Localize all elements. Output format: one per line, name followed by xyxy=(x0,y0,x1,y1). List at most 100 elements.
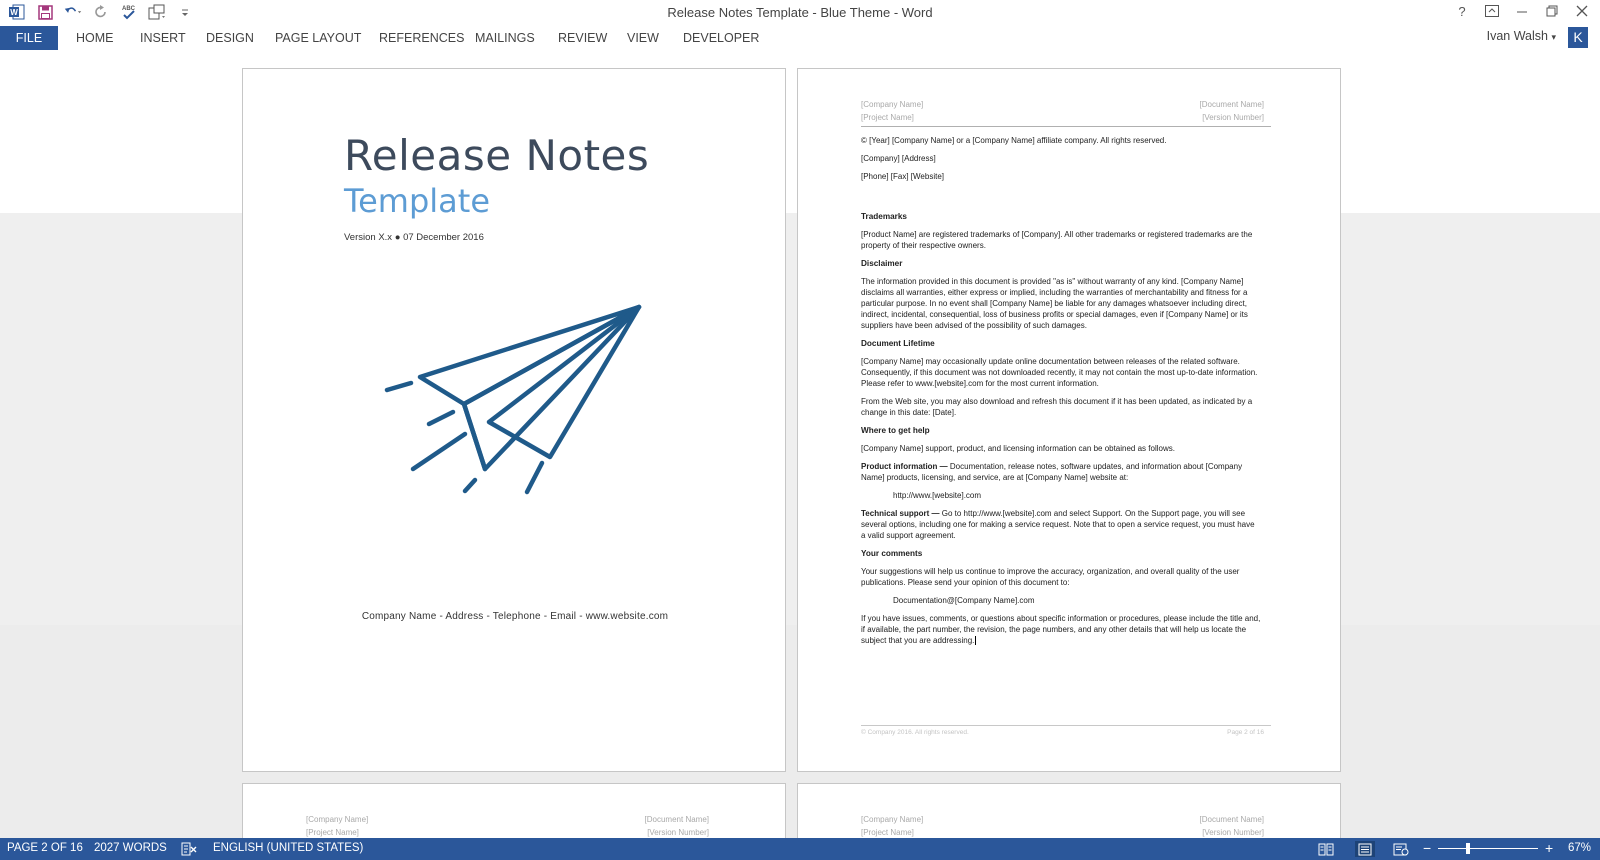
technical-support: Technical support — Go to http://www.[we… xyxy=(861,508,1261,541)
help-text: [Company Name] support, product, and lic… xyxy=(861,444,1175,453)
product-info-url: http://www.[website].com xyxy=(893,491,982,500)
comments-text-2: If you have issues, comments, or questio… xyxy=(861,614,1261,645)
redo-icon[interactable] xyxy=(92,3,110,21)
save-icon[interactable] xyxy=(36,3,54,21)
cover-subtitle: Template xyxy=(344,182,491,220)
user-account[interactable]: Ivan Walsh ▾ xyxy=(1487,29,1556,43)
footer-page-number: Page 2 of 16 xyxy=(1227,729,1264,736)
header-left: [Company Name] [Project Name] xyxy=(861,813,923,838)
minimize-icon[interactable] xyxy=(1514,3,1530,19)
document-area[interactable]: Release Notes Template Version X.x ● 07 … xyxy=(0,50,1600,838)
zoom-level[interactable]: 67% xyxy=(1568,842,1591,854)
restore-icon[interactable] xyxy=(1544,3,1560,19)
zoom-out-button[interactable]: − xyxy=(1423,840,1431,856)
header-document: [Document Name] xyxy=(1199,815,1264,824)
tab-review[interactable]: REVIEW xyxy=(558,26,607,50)
cover-title: Release Notes xyxy=(344,131,650,180)
avatar[interactable]: K xyxy=(1568,27,1588,48)
tab-design[interactable]: DESIGN xyxy=(206,26,254,50)
read-mode-icon[interactable] xyxy=(1318,841,1334,857)
header-company: [Company Name] xyxy=(306,815,369,824)
header-divider xyxy=(861,126,1271,127)
header-project: [Project Name] xyxy=(861,828,914,837)
customize-icon[interactable] xyxy=(176,3,194,21)
chevron-down-icon: ▾ xyxy=(1551,32,1556,42)
address-text: [Company] [Address] xyxy=(861,154,936,163)
tab-page-layout[interactable]: PAGE LAYOUT xyxy=(275,26,361,50)
comments-email: Documentation@[Company Name].com xyxy=(893,596,1035,605)
header-project: [Project Name] xyxy=(861,113,914,122)
close-icon[interactable] xyxy=(1574,3,1590,19)
header-right: [Document Name] [Version Number] xyxy=(1200,98,1264,124)
text-cursor xyxy=(975,636,977,645)
lifetime-text-2: From the Web site, you may also download… xyxy=(861,397,1253,417)
paper-plane-icon xyxy=(384,304,642,495)
heading-trademarks: Trademarks xyxy=(861,212,907,221)
help-icon[interactable]: ? xyxy=(1454,3,1470,19)
user-name: Ivan Walsh xyxy=(1486,29,1548,43)
heading-your-comments: Your comments xyxy=(861,549,923,558)
product-info: Product information — Documentation, rel… xyxy=(861,461,1261,483)
window-controls: ? xyxy=(1454,3,1590,19)
tab-mailings[interactable]: MAILINGS xyxy=(475,26,535,50)
footer-copyright: © Company 2016. All rights reserved. xyxy=(861,729,969,736)
cover-version: Version X.x ● 07 December 2016 xyxy=(344,232,484,243)
quick-access-toolbar: W ABC xyxy=(8,3,194,21)
header-left: [Company Name] [Project Name] xyxy=(306,813,368,838)
zoom-in-button[interactable]: + xyxy=(1545,840,1553,856)
contact-text: [Phone] [Fax] [Website] xyxy=(861,172,945,181)
print-layout-icon[interactable] xyxy=(1355,841,1375,857)
header-project: [Project Name] xyxy=(306,828,359,837)
header-company: [Company Name] xyxy=(861,100,924,109)
header-company: [Company Name] xyxy=(861,815,924,824)
header-document: [Document Name] xyxy=(644,815,709,824)
header-version: [Version Number] xyxy=(647,828,709,837)
page-cover[interactable]: Release Notes Template Version X.x ● 07 … xyxy=(242,68,786,772)
touch-mode-icon[interactable] xyxy=(148,3,166,21)
window-title: Release Notes Template - Blue Theme - Wo… xyxy=(667,5,933,20)
trademarks-text: [Product Name] are registered trademarks… xyxy=(861,230,1253,250)
tab-references[interactable]: REFERENCES xyxy=(379,26,464,50)
copyright-text: © [Year] [Company Name] or a [Company Na… xyxy=(861,136,1167,145)
spelling-icon[interactable]: ABC xyxy=(120,3,138,21)
status-bar: PAGE 2 OF 16 2027 WORDS ENGLISH (UNITED … xyxy=(0,838,1600,860)
zoom-slider-thumb[interactable] xyxy=(1466,843,1470,854)
header-version: [Version Number] xyxy=(1202,113,1264,122)
lifetime-text-1: [Company Name] may occasionally update o… xyxy=(861,357,1258,388)
page-three[interactable]: [Company Name] [Project Name] [Document … xyxy=(242,783,786,838)
tab-view[interactable]: VIEW xyxy=(627,26,659,50)
web-layout-icon[interactable] xyxy=(1393,841,1409,857)
word-count[interactable]: 2027 WORDS xyxy=(94,842,167,854)
zoom-slider-track[interactable] xyxy=(1438,848,1538,849)
header-right: [Document Name] [Version Number] xyxy=(645,813,709,838)
word-logo-icon[interactable]: W xyxy=(8,3,26,21)
heading-disclaimer: Disclaimer xyxy=(861,259,903,268)
footer-divider xyxy=(861,725,1271,726)
cover-footer: Company Name - Address - Telephone - Ema… xyxy=(361,611,669,622)
heading-document-lifetime: Document Lifetime xyxy=(861,339,935,348)
proofing-icon[interactable] xyxy=(181,841,197,857)
tab-file[interactable]: FILE xyxy=(0,26,58,50)
header-document: [Document Name] xyxy=(1199,100,1264,109)
tab-insert[interactable]: INSERT xyxy=(140,26,186,50)
page-count[interactable]: PAGE 2 OF 16 xyxy=(7,842,83,854)
technical-support-label: Technical support — xyxy=(861,509,940,518)
ribbon-display-icon[interactable] xyxy=(1484,3,1500,19)
page-two[interactable]: [Company Name] [Project Name] [Document … xyxy=(797,68,1341,772)
header-version: [Version Number] xyxy=(1202,828,1264,837)
tab-home[interactable]: HOME xyxy=(76,26,114,50)
tab-developer[interactable]: DEVELOPER xyxy=(683,26,759,50)
heading-where-to-get-help: Where to get help xyxy=(861,426,930,435)
language-indicator[interactable]: ENGLISH (UNITED STATES) xyxy=(213,842,363,854)
header-left: [Company Name] [Project Name] xyxy=(861,98,923,124)
header-right: [Document Name] [Version Number] xyxy=(1200,813,1264,838)
disclaimer-text: The information provided in this documen… xyxy=(861,277,1248,330)
undo-icon[interactable] xyxy=(64,3,82,21)
page-body[interactable]: © [Year] [Company Name] or a [Company Na… xyxy=(861,135,1261,653)
ribbon-tabs: FILE HOME INSERT DESIGN PAGE LAYOUT REFE… xyxy=(0,26,1600,50)
product-info-label: Product information — xyxy=(861,462,948,471)
svg-text:W: W xyxy=(10,8,18,17)
comments-text: Your suggestions will help us continue t… xyxy=(861,567,1240,587)
page-four[interactable]: [Company Name] [Project Name] [Document … xyxy=(797,783,1341,838)
title-bar: W ABC Release Notes Template - Blue Them… xyxy=(0,0,1600,26)
